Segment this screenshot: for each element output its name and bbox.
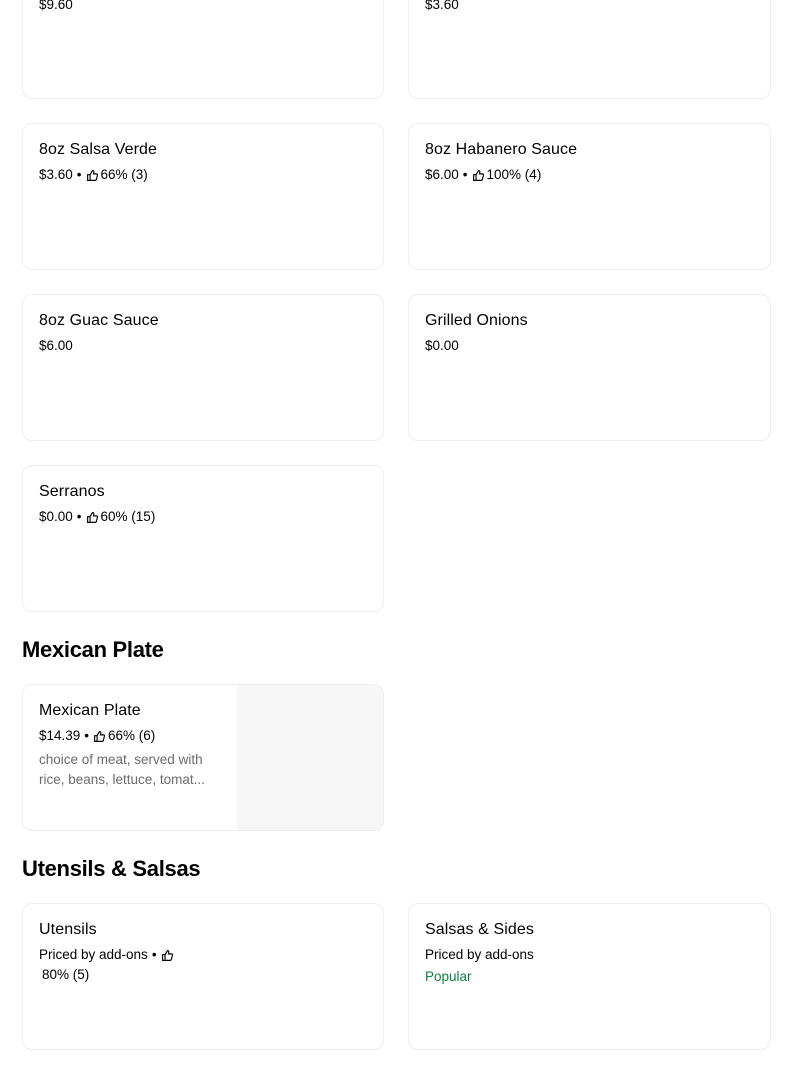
menu-item-mexican-plate[interactable]: Mexican Plate $14.39 • 66% (6) choice of… [22,684,384,831]
popular-badge: Popular [425,969,472,984]
item-title: 8oz Salsa Verde [39,141,158,158]
item-price: $3.60 [39,167,73,182]
item-title: Serranos [39,483,105,500]
item-rating: 100% (4) [486,167,542,182]
item-title: Grilled Onions [425,312,528,329]
item-price: Priced by add-ons [425,947,534,962]
item-rating: 80% (5) [42,967,90,982]
item-title: Utensils [39,921,97,938]
menu-item-guac-sauce[interactable]: 8oz Guac Sauce $6.00 [22,294,384,441]
item-image-placeholder [237,685,383,830]
item-price: Priced by add-ons [39,947,148,962]
menu-item-serranos[interactable]: Serranos $0.00 • 60% (15) [22,465,384,612]
item-price: $0.00 [39,509,73,524]
item-price: $6.00 [39,338,73,353]
item-price: $6.00 [425,167,459,182]
thumbs-up-icon [161,949,174,962]
item-rating: 66% (3) [100,167,148,182]
item-title: Mexican Plate [39,702,141,719]
thumbs-up-icon [86,511,99,524]
item-price: $9.60 [39,0,73,12]
menu-item-card[interactable]: $3.60 [408,0,771,99]
menu-item-salsas-sides[interactable]: Salsas & Sides Priced by add-ons Popular [408,903,771,1050]
item-title: Salsas & Sides [425,921,535,938]
thumbs-up-icon [86,169,99,182]
item-price: $14.39 [39,728,81,743]
item-price: $0.00 [425,338,459,353]
thumbs-up-icon [93,730,106,743]
thumbs-up-icon [472,169,485,182]
item-title: 8oz Habanero Sauce [425,141,578,158]
item-rating: 60% (15) [100,509,156,524]
menu-item-habanero-sauce[interactable]: 8oz Habanero Sauce $6.00 • 100% (4) [408,123,771,270]
item-price: $3.60 [425,0,459,12]
menu-item-card[interactable]: $9.60 [22,0,384,99]
menu-item-grilled-onions[interactable]: Grilled Onions $0.00 [408,294,771,441]
item-description: choice of meat, served with rice, beans,… [39,752,205,787]
section-title-utensils-salsas: Utensils & Salsas [22,856,201,881]
menu-item-utensils[interactable]: Utensils Priced by add-ons • 80% (5) [22,903,384,1050]
section-title-mexican-plate: Mexican Plate [22,637,164,662]
item-title: 8oz Guac Sauce [39,312,159,329]
menu-item-salsa-verde[interactable]: 8oz Salsa Verde $3.60 • 66% (3) [22,123,384,270]
item-rating: 66% (6) [108,728,156,743]
